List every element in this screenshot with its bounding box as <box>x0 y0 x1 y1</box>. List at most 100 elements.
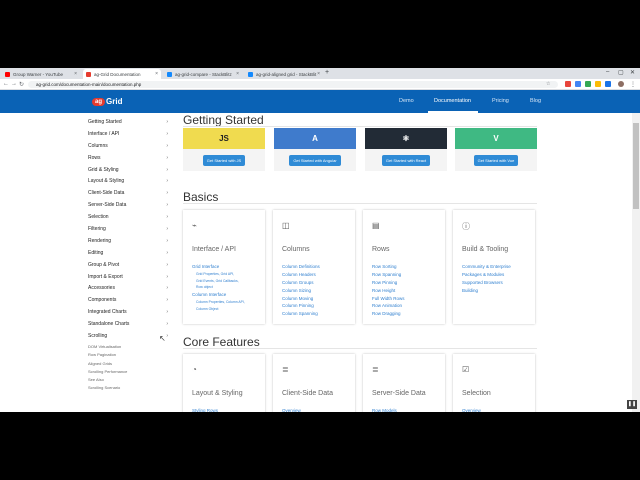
card-link[interactable]: Column Sizing <box>282 287 354 295</box>
tab-close-icon[interactable]: × <box>74 71 77 77</box>
ag-grid-logo[interactable]: ag Grid <box>92 96 122 107</box>
sidebar-item[interactable]: Selection › <box>88 213 168 225</box>
browser-tab[interactable]: ag-grid-compare - StackBlitz × <box>164 69 242 79</box>
nav-pricing[interactable]: Pricing <box>492 98 509 104</box>
card-title[interactable]: Build & Tooling <box>462 246 508 253</box>
sidebar-item[interactable]: Integrated Charts › <box>88 308 168 320</box>
sidebar-item[interactable]: Import & Export › <box>88 273 168 285</box>
card-link[interactable]: Grid Interface <box>192 263 264 271</box>
extension-icon[interactable] <box>585 81 591 87</box>
sidebar-item[interactable]: Editing › <box>88 249 168 261</box>
sidebar-subitem[interactable]: Aligned Grids <box>88 361 168 369</box>
sidebar-subitem[interactable]: See Also <box>88 377 168 385</box>
sidebar-item[interactable]: Filtering › <box>88 225 168 237</box>
url-input[interactable]: ag-grid.com/documentation-main/documenta… <box>28 81 558 88</box>
sidebar-item[interactable]: Rendering › <box>88 237 168 249</box>
card-link[interactable]: Grid Properties, Grid API, <box>192 271 264 278</box>
sidebar-item[interactable]: Grid & Styling › <box>88 166 168 178</box>
card-link[interactable]: Overview <box>282 407 354 412</box>
sidebar-item[interactable]: Components › <box>88 296 168 308</box>
get-started-button[interactable]: Get Started with JS <box>202 154 246 166</box>
card-title[interactable]: Interface / API <box>192 246 236 253</box>
menu-kebab-icon[interactable]: ⋮ <box>630 81 636 88</box>
card-link[interactable]: Row Height <box>372 287 444 295</box>
back-icon[interactable]: ← <box>3 81 9 87</box>
sidebar-subitem[interactable]: Scrolling Scenario <box>88 385 168 393</box>
extension-icon[interactable] <box>575 81 581 87</box>
sidebar-subitem[interactable]: DOM Virtualisation <box>88 344 168 352</box>
sidebar-item[interactable]: Interface / API › <box>88 130 168 142</box>
card-link[interactable]: Column Spanning <box>282 310 354 318</box>
page-scrollbar[interactable] <box>632 113 640 412</box>
card-link[interactable]: Row Models <box>372 407 444 412</box>
card-title[interactable]: Columns <box>282 246 310 253</box>
scrollbar-thumb[interactable] <box>633 123 639 209</box>
card-link[interactable]: Supported Browsers <box>462 279 534 287</box>
card-link[interactable]: Column Moving <box>282 295 354 303</box>
extension-icon[interactable] <box>565 81 571 87</box>
get-started-button[interactable]: Get Started with Angular <box>289 154 341 166</box>
extension-icon[interactable] <box>605 81 611 87</box>
sidebar-item[interactable]: Getting Started › <box>88 118 168 130</box>
tab-close-icon[interactable]: × <box>155 71 158 77</box>
card-title[interactable]: Selection <box>462 390 491 397</box>
card-link[interactable]: Column Interface <box>192 291 264 299</box>
card-link[interactable]: Row Animation <box>372 302 444 310</box>
plug-icon: ⌁ <box>192 221 197 230</box>
close-window-icon[interactable]: ✕ <box>630 69 635 76</box>
bookmark-star-icon[interactable]: ☆ <box>546 81 550 87</box>
pause-icon[interactable]: ❚❚ <box>627 400 637 409</box>
card-title[interactable]: Layout & Styling <box>192 390 243 397</box>
divider <box>183 203 537 204</box>
sidebar-subitem[interactable]: Row Pagination <box>88 352 168 360</box>
card-title[interactable]: Client-Side Data <box>282 390 333 397</box>
sidebar-item[interactable]: Standalone Charts › <box>88 320 168 332</box>
card-link[interactable]: Column Groups <box>282 279 354 287</box>
card-title[interactable]: Server-Side Data <box>372 390 426 397</box>
card-link[interactable]: Column Headers <box>282 271 354 279</box>
nav-blog[interactable]: Blog <box>530 98 541 104</box>
maximize-icon[interactable]: ▢ <box>618 69 624 76</box>
card-link[interactable]: Styling Rows <box>192 407 264 412</box>
card-link[interactable]: Full Width Rows <box>372 295 444 303</box>
card-link[interactable]: Row Sorting <box>372 263 444 271</box>
browser-tab[interactable]: Group Warner - YouTube × <box>2 69 80 79</box>
reload-icon[interactable]: ↻ <box>19 81 24 88</box>
sidebar-item[interactable]: Client-Side Data › <box>88 189 168 201</box>
sidebar-item[interactable]: Rows › <box>88 154 168 166</box>
card-link[interactable]: Grid Events, Grid Callbacks, <box>192 278 264 285</box>
sidebar-subitem[interactable]: Scrolling Performance <box>88 369 168 377</box>
card-link[interactable]: Row Pinning <box>372 279 444 287</box>
sidebar-item[interactable]: Layout & Styling › <box>88 177 168 189</box>
card-title[interactable]: Rows <box>372 246 390 253</box>
forward-icon[interactable]: → <box>11 81 17 87</box>
card-link[interactable]: Column Object <box>192 306 264 313</box>
card-link[interactable]: Packages & Modules <box>462 271 534 279</box>
card-link[interactable]: Column Properties, Column API, <box>192 299 264 306</box>
minimize-icon[interactable]: – <box>606 69 609 75</box>
get-started-button[interactable]: Get Started with React <box>381 154 431 166</box>
card-link[interactable]: Row Spanning <box>372 271 444 279</box>
browser-tab[interactable]: ag-Grid Documentation × <box>83 69 161 79</box>
card-link[interactable]: Overview <box>462 407 534 412</box>
card-link[interactable]: Row Dragging <box>372 310 444 318</box>
tab-close-icon[interactable]: × <box>236 71 239 77</box>
tab-close-icon[interactable]: × <box>317 71 320 77</box>
sidebar-item[interactable]: Scrolling › <box>88 332 168 344</box>
nav-documentation[interactable]: Documentation <box>434 98 471 104</box>
sidebar-item[interactable]: Columns › <box>88 142 168 154</box>
card-link[interactable]: Column Pinning <box>282 302 354 310</box>
sidebar-item[interactable]: Server-Side Data › <box>88 201 168 213</box>
card-link[interactable]: Row object <box>192 284 264 291</box>
nav-demo[interactable]: Demo <box>399 98 414 104</box>
browser-tab[interactable]: ag-grid-aligned grid - StackBlit × <box>245 69 323 79</box>
card-link[interactable]: Column Definitions <box>282 263 354 271</box>
sidebar-item[interactable]: Group & Pivot › <box>88 261 168 273</box>
new-tab-button[interactable]: + <box>325 69 329 76</box>
sidebar-item[interactable]: Accessories › <box>88 284 168 296</box>
get-started-button[interactable]: Get Started with Vue <box>473 154 519 166</box>
card-link[interactable]: Community & Enterprise <box>462 263 534 271</box>
profile-avatar[interactable] <box>618 81 624 87</box>
extension-icon[interactable] <box>595 81 601 87</box>
card-link[interactable]: Building <box>462 287 534 295</box>
